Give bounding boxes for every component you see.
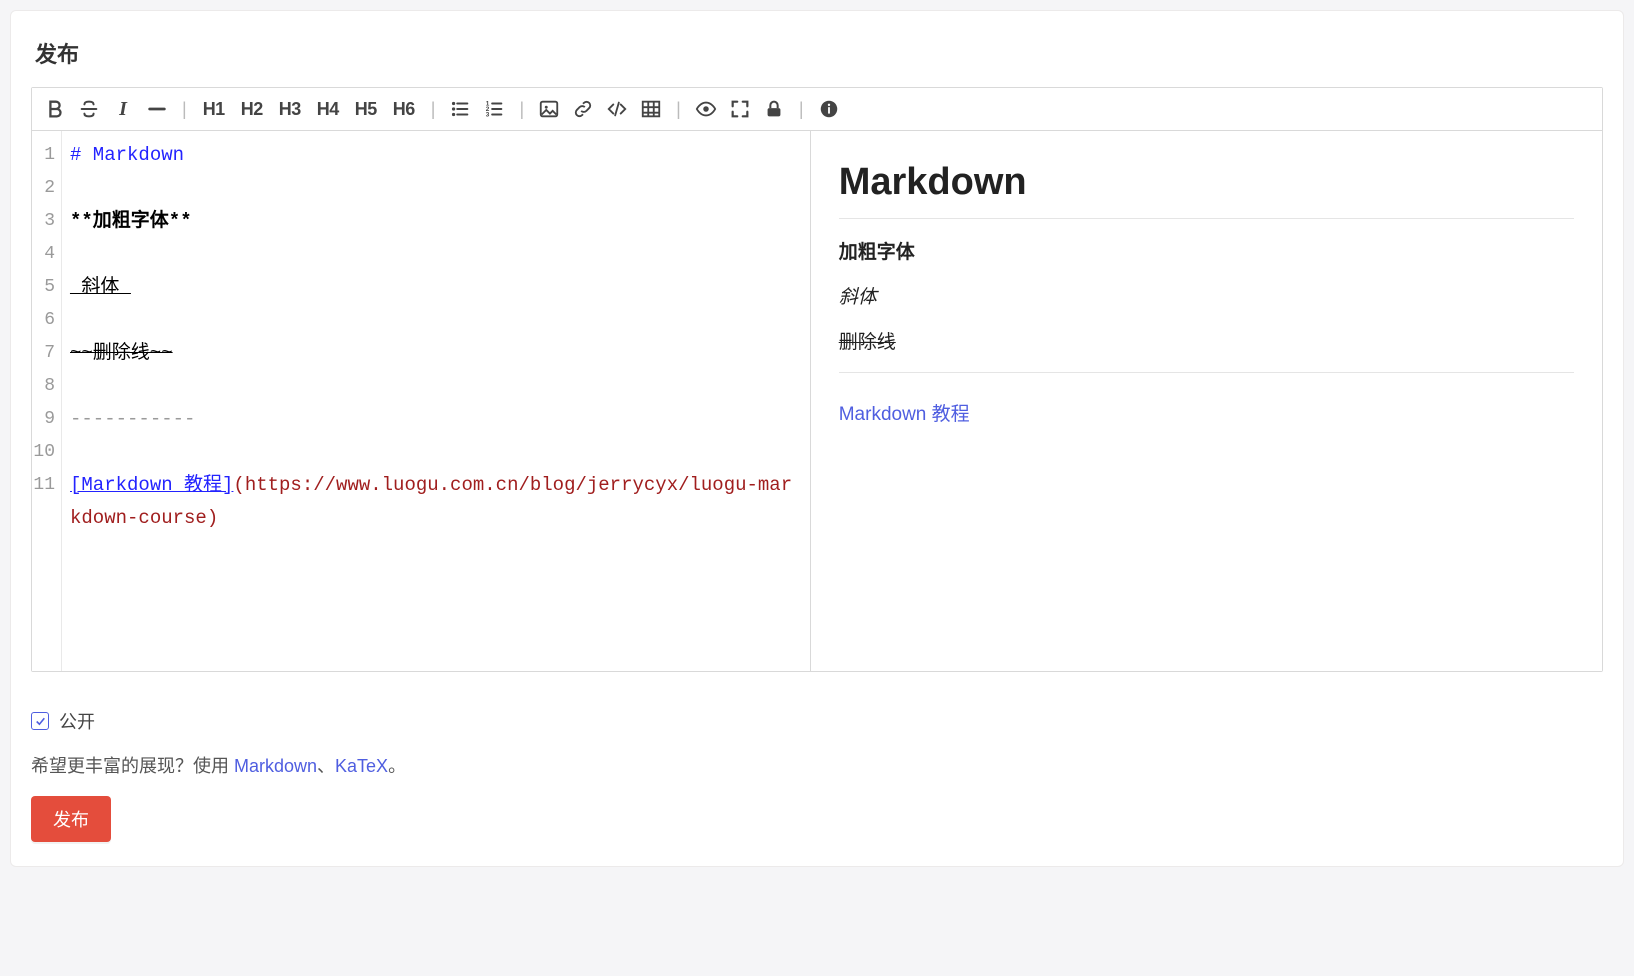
source-line[interactable] <box>70 304 802 337</box>
h3-button[interactable]: H3 <box>275 96 305 122</box>
page-title: 发布 <box>35 37 1603 69</box>
bold-button[interactable] <box>42 96 68 122</box>
source-line[interactable]: ----------- <box>70 403 802 436</box>
h5-button[interactable]: H5 <box>351 96 381 122</box>
editor-split: 1234567891011 # Markdown **加粗字体** _斜体_ ~~删除… <box>32 131 1602 671</box>
preview-strike: 删除线 <box>839 327 1574 354</box>
source-line[interactable]: **加粗字体** <box>70 205 802 238</box>
help-suffix: 。 <box>388 756 406 776</box>
editor-toolbar: I | H1 H2 H3 H4 H5 H6 | 123 | <box>32 88 1602 131</box>
line-number: 7 <box>32 337 55 370</box>
toolbar-separator: | <box>795 99 808 120</box>
source-line[interactable]: _斜体_ <box>70 271 802 304</box>
toolbar-separator: | <box>515 99 528 120</box>
ol-button[interactable]: 123 <box>481 96 507 122</box>
code-button[interactable] <box>604 96 630 122</box>
check-icon <box>34 715 47 728</box>
list-ol-icon: 123 <box>483 98 505 120</box>
line-number: 1 <box>32 139 55 172</box>
public-label: 公开 <box>59 708 95 734</box>
table-icon <box>640 98 662 120</box>
source-line[interactable]: [Markdown 教程](https://www.luogu.com.cn/b… <box>70 469 802 535</box>
info-button[interactable] <box>816 96 842 122</box>
help-sep: 、 <box>317 756 335 776</box>
line-number: 4 <box>32 238 55 271</box>
katex-link[interactable]: KaTeX <box>335 756 388 776</box>
source-line[interactable]: # Markdown <box>70 139 802 172</box>
fullscreen-button[interactable] <box>727 96 753 122</box>
source-line[interactable] <box>70 172 802 205</box>
strikethrough-button[interactable] <box>76 96 102 122</box>
preview-hr <box>839 372 1574 373</box>
fullscreen-icon <box>729 98 751 120</box>
image-button[interactable] <box>536 96 562 122</box>
line-number: 8 <box>32 370 55 403</box>
hr-button[interactable] <box>144 96 170 122</box>
strikethrough-icon <box>78 98 100 120</box>
public-checkbox-row[interactable]: 公开 <box>31 708 1603 734</box>
svg-text:3: 3 <box>486 111 490 118</box>
source-code[interactable]: # Markdown **加粗字体** _斜体_ ~~删除线~~ -----------… <box>62 131 810 671</box>
preview-pane: Markdown 加粗字体 斜体 删除线 Markdown 教程 <box>811 131 1602 671</box>
lock-icon <box>763 98 785 120</box>
line-number: 10 <box>32 436 55 469</box>
source-line[interactable] <box>70 370 802 403</box>
public-checkbox[interactable] <box>31 712 49 730</box>
source-line[interactable] <box>70 436 802 469</box>
source-line[interactable] <box>70 238 802 271</box>
line-number: 5 <box>32 271 55 304</box>
bold-icon <box>44 98 66 120</box>
h2-button[interactable]: H2 <box>237 96 267 122</box>
help-prefix: 希望更丰富的展现？使用 <box>31 756 234 776</box>
ul-button[interactable] <box>447 96 473 122</box>
h1-button[interactable]: H1 <box>199 96 229 122</box>
eye-icon <box>695 98 717 120</box>
info-icon <box>818 98 840 120</box>
toolbar-separator: | <box>178 99 191 120</box>
preview-h1: Markdown <box>839 161 1574 219</box>
toolbar-separator: | <box>427 99 440 120</box>
publish-button[interactable]: 发布 <box>31 796 111 842</box>
preview-italic: 斜体 <box>839 282 1574 309</box>
line-number: 2 <box>32 172 55 205</box>
footer: 公开 希望更丰富的展现？使用 Markdown、KaTeX。 发布 <box>31 708 1603 842</box>
table-button[interactable] <box>638 96 664 122</box>
minus-icon <box>146 98 168 120</box>
preview-link[interactable]: Markdown 教程 <box>839 404 970 425</box>
editor-card: 发布 I | H1 H2 H3 H4 H5 <box>10 10 1624 867</box>
line-numbers: 1234567891011 <box>32 131 62 671</box>
source-pane[interactable]: 1234567891011 # Markdown **加粗字体** _斜体_ ~~删除… <box>32 131 811 671</box>
line-number: 3 <box>32 205 55 238</box>
help-text: 希望更丰富的展现？使用 Markdown、KaTeX。 <box>31 752 1603 778</box>
code-icon <box>606 98 628 120</box>
markdown-link[interactable]: Markdown <box>234 756 317 776</box>
lock-button[interactable] <box>761 96 787 122</box>
line-number: 11 <box>32 469 55 502</box>
toolbar-separator: | <box>672 99 685 120</box>
source-line[interactable]: ~~删除线~~ <box>70 337 802 370</box>
h6-button[interactable]: H6 <box>389 96 419 122</box>
line-number: 9 <box>32 403 55 436</box>
preview-bold: 加粗字体 <box>839 237 1574 264</box>
italic-button[interactable]: I <box>110 96 136 122</box>
markdown-editor: I | H1 H2 H3 H4 H5 H6 | 123 | <box>31 87 1603 672</box>
line-number: 6 <box>32 304 55 337</box>
link-icon <box>572 98 594 120</box>
preview-toggle-button[interactable] <box>693 96 719 122</box>
list-ul-icon <box>449 98 471 120</box>
link-button[interactable] <box>570 96 596 122</box>
h4-button[interactable]: H4 <box>313 96 343 122</box>
image-icon <box>538 98 560 120</box>
